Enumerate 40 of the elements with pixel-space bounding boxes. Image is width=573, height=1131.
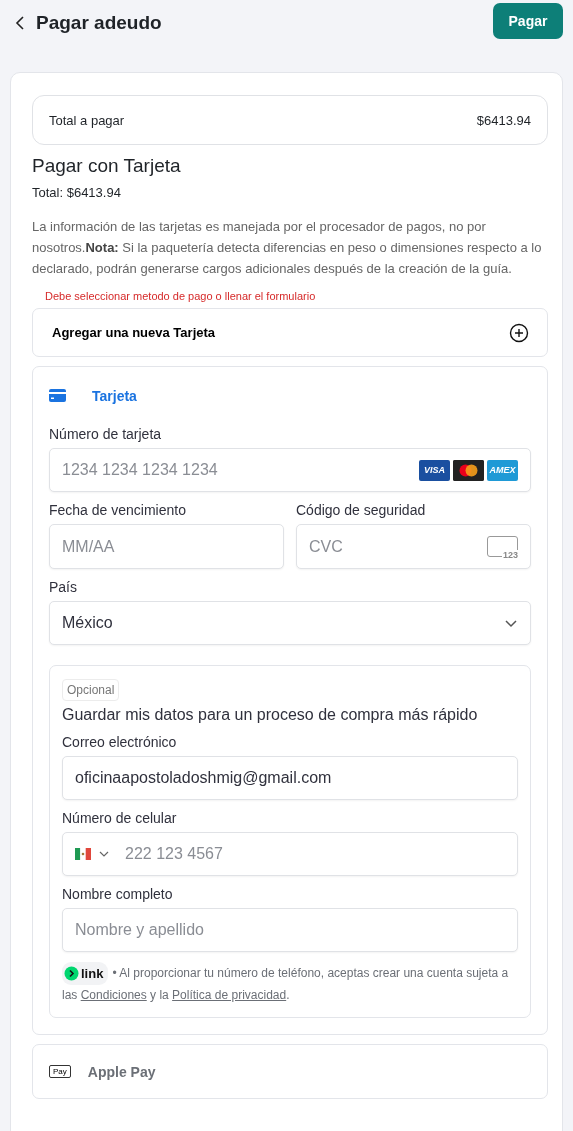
field-label: Número de tarjeta (49, 426, 163, 443)
expiry-field[interactable]: MM/AA (49, 524, 284, 569)
total-text: Total: $6413.94 (32, 184, 122, 202)
plus-circle-icon (509, 322, 529, 343)
error-message: Debe seleccionar metodo de pago o llenar el formulario (45, 289, 317, 303)
pay-button[interactable]: Pagar (493, 3, 563, 39)
field-label: Correo electrónico (62, 734, 178, 751)
terms-link[interactable]: Condiciones (80, 988, 147, 1002)
link-logo: link (62, 962, 109, 985)
save-info-heading: Guardar mis datos para un proceso de compra más rápido (62, 706, 479, 724)
legal-text: link • Al proporcionar tu número de teléfono, aceptas crear una cuenta sujeta a las Condiciones y la Política de privacidad. (62, 962, 518, 1006)
email-field[interactable]: oficinaapostoladoshmig@gmail.com (62, 756, 518, 800)
flag-icon (75, 848, 91, 860)
card-method-tab[interactable]: Tarjeta (92, 387, 137, 404)
chevron-down-icon (99, 849, 109, 859)
field-label: País (49, 579, 78, 596)
apple-pay-logo: Pay (49, 1065, 71, 1078)
section-title: Pagar con Tarjeta (32, 154, 182, 178)
credit-card-icon (49, 389, 66, 402)
field-label: Fecha de vencimiento (49, 502, 187, 519)
field-label: Nombre completo (62, 886, 174, 903)
page-title: Pagar adeudo (36, 12, 162, 34)
total-amount: $6413.94 (476, 112, 531, 128)
total-label: Total a pagar (49, 112, 125, 128)
mastercard-logo (453, 459, 484, 481)
cvc-card-icon: 123 (487, 536, 518, 557)
add-card-button[interactable]: Agregar una nueva Tarjeta (32, 308, 548, 357)
back-icon[interactable] (14, 15, 26, 31)
name-field[interactable]: Nombre y apellido (62, 908, 518, 952)
cvc-field[interactable]: CVC 123 (296, 524, 531, 569)
country-select[interactable]: México (49, 601, 531, 645)
notice-text: La información de las tarjetas es manejada por el procesador de pagos, no por nosotros.Nota: Si la paquetería detecta diferencias en peso o dimensiones respecto a lo declarado, podrán generarse cargos adicionales después de la creación de la guía. (32, 218, 543, 278)
card-number-field[interactable]: 1234 1234 1234 1234 VISA AMEX (49, 448, 531, 492)
amex-logo: AMEX (487, 459, 518, 481)
field-label: Número de celular (62, 810, 178, 827)
field-label: Código de seguridad (296, 502, 427, 519)
optional-badge: Opcional (62, 679, 120, 701)
phone-field[interactable]: 222 123 4567 (62, 832, 518, 876)
apple-pay-option[interactable]: Pay Apple Pay (32, 1044, 548, 1099)
visa-logo: VISA (419, 459, 450, 481)
